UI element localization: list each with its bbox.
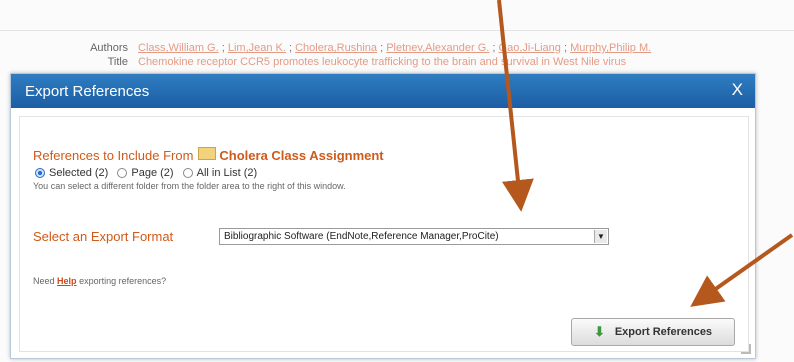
help-link[interactable]: Help <box>57 276 77 286</box>
arrow-down-icon: ⬇ <box>593 324 605 339</box>
author-link[interactable]: Gao,Ji-Liang <box>499 42 561 54</box>
select-arrow-icon[interactable]: ▼ <box>594 230 607 243</box>
close-icon[interactable]: X <box>732 80 743 100</box>
export-references-dialog: Export References X References to Includ… <box>10 73 756 359</box>
help-prefix: Need <box>33 276 55 286</box>
article-title: Chemokine receptor CCR5 promotes leukocy… <box>138 56 627 68</box>
dialog-title: Export References <box>25 83 150 100</box>
author-link[interactable]: Pletnev,Alexander G. <box>386 42 489 54</box>
title-row: Title Chemokine receptor CCR5 promotes le… <box>60 56 626 68</box>
reference-scope-radios: Selected (2) Page (2) All in List (2) <box>35 167 263 181</box>
radio-label: Page (2) <box>131 167 174 179</box>
references-heading: References to Include From Cholera Class … <box>33 147 384 163</box>
divider <box>0 30 794 31</box>
author-link[interactable]: Murphy,Philip M. <box>570 42 651 54</box>
help-line: Need Help exporting references? <box>33 276 166 286</box>
radio-selected[interactable]: Selected (2) <box>35 167 108 179</box>
radio-checked-icon[interactable] <box>35 168 45 178</box>
export-references-button[interactable]: ⬇ Export References <box>571 318 735 346</box>
radio-page[interactable]: Page (2) <box>117 167 174 179</box>
authors-label: Authors <box>90 42 128 54</box>
help-suffix: exporting references? <box>79 276 167 286</box>
export-format-select[interactable]: Bibliographic Software (EndNote,Referenc… <box>219 228 609 245</box>
folder-hint: You can select a different folder from t… <box>33 181 346 191</box>
radio-all-in-list[interactable]: All in List (2) <box>182 167 258 179</box>
folder-name: Cholera Class Assignment <box>219 148 384 163</box>
radio-label: All in List (2) <box>196 167 258 179</box>
references-heading-label: References to Include From <box>33 148 194 163</box>
author-link[interactable]: Class,William G. <box>138 42 219 54</box>
dialog-titlebar: Export References X <box>11 74 755 108</box>
radio-unchecked-icon[interactable] <box>182 168 193 178</box>
author-link[interactable]: Cholera,Rushina <box>295 42 377 54</box>
export-format-value: Bibliographic Software (EndNote,Referenc… <box>224 231 499 242</box>
export-format-label: Select an Export Format <box>33 229 174 244</box>
radio-label: Selected (2) <box>49 167 109 179</box>
authors-row: Authors Class,William G. ; Lim,Jean K. ; … <box>60 42 651 54</box>
resize-grip-icon[interactable] <box>741 344 751 354</box>
export-button-label: Export References <box>614 326 713 338</box>
radio-unchecked-icon[interactable] <box>117 168 128 178</box>
author-link[interactable]: Lim,Jean K. <box>228 42 286 54</box>
folder-icon <box>198 147 217 160</box>
title-label: Title <box>107 56 128 68</box>
